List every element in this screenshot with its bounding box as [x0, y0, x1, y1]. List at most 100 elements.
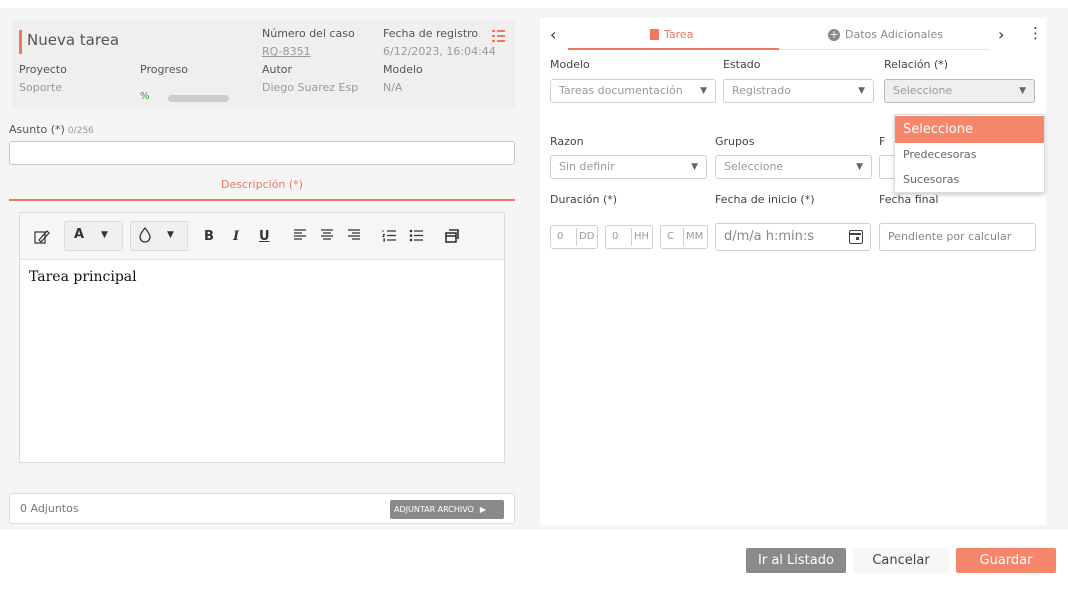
tab-divider: [779, 49, 990, 50]
caret-down-icon: ▼: [856, 162, 863, 172]
attach-file-button[interactable]: ADJUNTAR ARCHIVO ▶: [390, 500, 504, 519]
progress-percent: %: [140, 91, 150, 102]
title-accent-bar: [19, 30, 22, 54]
task-form-page: Nueva tarea Número del caso RQ-8351 Fech…: [0, 0, 1068, 590]
bold-button[interactable]: B: [204, 229, 214, 244]
chevron-down-icon: ▼: [167, 230, 174, 240]
tab-tarea-label: Tarea: [664, 28, 694, 41]
reason-select[interactable]: Sin definir ▼: [550, 155, 707, 179]
format-clear-icon[interactable]: [32, 228, 52, 246]
relation-select[interactable]: Seleccione ▼: [884, 79, 1035, 103]
relation-option-predecesoras[interactable]: Predecesoras: [895, 148, 1044, 161]
clipboard-icon: [650, 29, 659, 40]
author-label: Autor: [262, 63, 293, 76]
end-date-input: Pendiente por calcular: [879, 223, 1036, 251]
align-center-icon[interactable]: [320, 229, 334, 241]
description-editor[interactable]: A ▼ ▼ B I U Tarea principal: [19, 212, 505, 463]
editor-toolbar: A ▼ ▼ B I U: [20, 213, 504, 260]
case-number-link[interactable]: RQ-8351: [262, 45, 311, 58]
caret-down-icon: ▼: [700, 86, 707, 96]
bullet-list-icon[interactable]: [409, 229, 424, 242]
droplet-icon: [139, 227, 151, 243]
start-date-label: Fecha de inicio (*): [715, 193, 815, 206]
case-number-label: Número del caso: [262, 27, 355, 40]
attachments-bar: 0 Adjuntos ADJUNTAR ARCHIVO ▶: [9, 493, 515, 524]
duration-hours-value: 0: [612, 231, 619, 242]
highlight-color-dropdown[interactable]: ▼: [130, 221, 188, 251]
more-vertical-icon[interactable]: ⋮: [1028, 24, 1043, 42]
groups-select[interactable]: Seleccione ▼: [715, 155, 872, 179]
subject-input[interactable]: [9, 141, 515, 165]
attach-file-label: ADJUNTAR ARCHIVO: [394, 505, 474, 514]
italic-button[interactable]: I: [233, 229, 239, 244]
model-select[interactable]: Tareas documentación ▼: [550, 79, 716, 103]
font-color-label: A: [74, 227, 85, 242]
underline-button[interactable]: U: [259, 229, 270, 244]
duration-days-input[interactable]: 0 DD: [550, 225, 598, 249]
font-color-dropdown[interactable]: A ▼: [64, 221, 123, 251]
description-content[interactable]: Tarea principal: [29, 269, 137, 285]
plus-circle-icon: +: [828, 27, 840, 41]
duration-field-label: Duración (*): [550, 193, 618, 206]
task-title: Nueva tarea: [27, 31, 120, 49]
align-right-icon[interactable]: [347, 229, 361, 241]
project-label: Proyecto: [19, 63, 67, 76]
hidden-field-label: F: [879, 135, 886, 148]
duration-minutes-input[interactable]: C MM: [660, 225, 708, 249]
description-tab-underline: [9, 199, 515, 201]
play-arrow-icon: ▶: [479, 505, 487, 514]
relation-option-seleccione[interactable]: Seleccione: [895, 116, 1044, 143]
duration-minutes-unit: MM: [683, 228, 703, 246]
tab-tarea[interactable]: Tarea: [650, 28, 693, 41]
model-field-label: Modelo: [550, 58, 590, 71]
chevron-right-icon[interactable]: ›: [998, 25, 1004, 44]
details-card: ‹ Tarea + Datos Adicionales › ⋮ Modelo T…: [540, 18, 1046, 525]
model-label: Modelo: [383, 63, 423, 76]
task-header-card: Nueva tarea Número del caso RQ-8351 Fech…: [12, 20, 515, 109]
table-icon[interactable]: [445, 229, 459, 243]
cancel-button[interactable]: Cancelar: [853, 548, 949, 573]
tab-datos-label: Datos Adicionales: [845, 28, 943, 41]
go-to-list-button[interactable]: Ir al Listado: [746, 548, 846, 573]
caret-down-icon: ▼: [691, 162, 698, 172]
attachments-count: 0 Adjuntos: [20, 502, 79, 515]
end-date-label: Fecha final: [879, 193, 939, 206]
relation-dropdown-menu: Seleccione Predecesoras Sucesoras: [894, 114, 1045, 193]
subject-label-text: Asunto (*): [9, 123, 65, 136]
state-select[interactable]: Registrado ▼: [723, 79, 874, 103]
active-tab-underline: [568, 48, 779, 50]
duration-minutes-value: C: [667, 231, 674, 242]
relation-field-label: Relación (*): [884, 58, 949, 71]
subject-label: Asunto (*) 0/256: [9, 123, 94, 136]
end-date-value: Pendiente por calcular: [888, 230, 1012, 243]
progress-label: Progreso: [140, 63, 188, 76]
start-date-input[interactable]: d/m/a h:min:s: [715, 223, 871, 251]
subject-char-counter: 0/256: [67, 126, 94, 136]
calendar-icon[interactable]: [849, 230, 863, 244]
reason-field-label: Razon: [550, 135, 584, 148]
list-icon[interactable]: [492, 30, 505, 42]
registration-date-value: 6/12/2023, 16:04:44: [383, 45, 496, 58]
caret-down-icon: ▼: [1019, 86, 1026, 96]
tab-description[interactable]: Descripción (*): [9, 178, 515, 191]
progress-bar: [168, 95, 229, 102]
registration-date-label: Fecha de registro: [383, 27, 479, 40]
project-value: Soporte: [19, 81, 63, 94]
start-date-placeholder: d/m/a h:min:s: [724, 229, 815, 244]
state-field-label: Estado: [723, 58, 761, 71]
model-value: N/A: [383, 81, 403, 94]
task-details-panel: ‹ Tarea + Datos Adicionales › ⋮ Modelo T…: [530, 8, 1068, 530]
relation-select-value: Seleccione: [893, 84, 953, 97]
groups-field-label: Grupos: [715, 135, 755, 148]
duration-hours-input[interactable]: 0 HH: [605, 225, 653, 249]
duration-days-unit: DD: [576, 228, 594, 246]
caret-down-icon: ▼: [858, 86, 865, 96]
tab-datos-adicionales[interactable]: + Datos Adicionales: [828, 28, 943, 41]
author-value: Diego Suarez Esp: [262, 81, 359, 94]
groups-select-value: Seleccione: [724, 160, 784, 173]
relation-option-sucesoras[interactable]: Sucesoras: [895, 173, 1044, 186]
save-button[interactable]: Guardar: [956, 548, 1056, 573]
chevron-left-icon[interactable]: ‹: [550, 25, 556, 44]
ordered-list-icon[interactable]: [382, 229, 397, 242]
align-left-icon[interactable]: [293, 229, 307, 241]
